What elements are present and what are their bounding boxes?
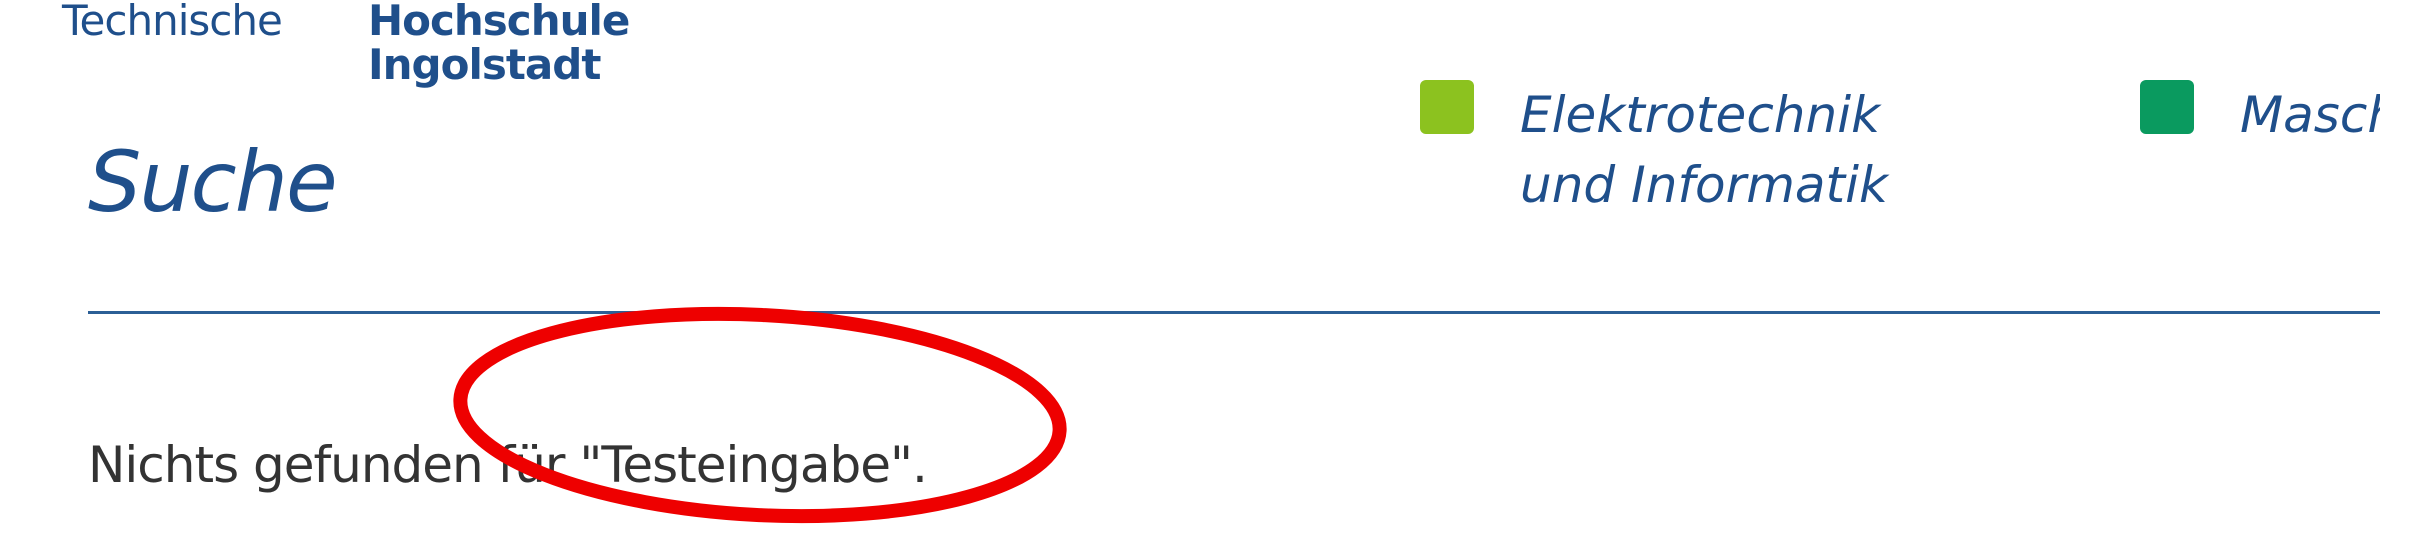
logo-text-hochschule: Hochschule [368, 0, 630, 45]
annotation-circle [453, 306, 1067, 524]
hochschule-logo[interactable]: Technische Hochschule Ingolstadt [62, 0, 702, 110]
search-page: Technische Hochschule Ingolstadt Suche E… [0, 0, 2424, 555]
faculty-label: Elektrotechnik und Informatik [1520, 86, 1888, 214]
page-title: Suche [88, 133, 338, 231]
logo-text-technische: Technische [62, 0, 283, 45]
annotation-ellipse [453, 306, 1067, 524]
faculty-color-square [1420, 80, 1474, 134]
divider [88, 311, 2380, 314]
logo-text-ingolstadt: Ingolstadt [368, 40, 601, 89]
faculty-color-square [2140, 80, 2194, 134]
faculty-nav: Elektrotechnik und Informatik Maschinenb… [1420, 80, 2424, 220]
viewport-right-edge [2380, 0, 2424, 555]
